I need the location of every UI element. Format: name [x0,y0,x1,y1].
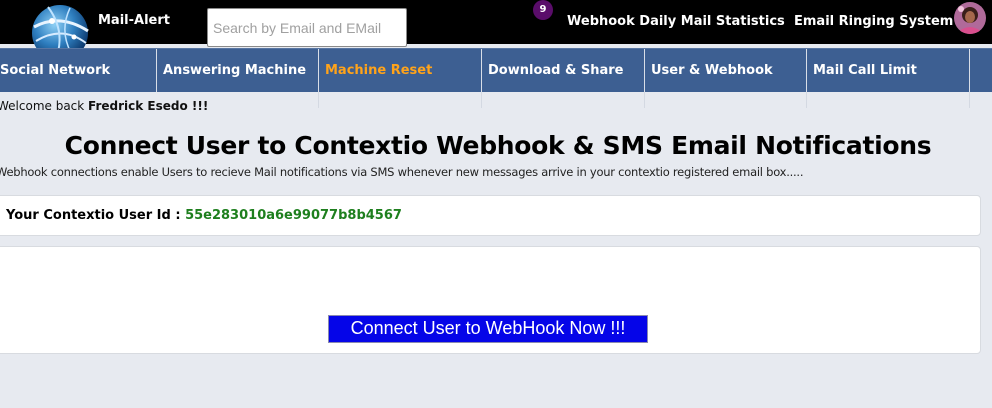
search-input[interactable] [207,8,407,47]
nav-machine-reset[interactable]: Machine Reset [319,49,482,92]
page-description: Webhook connections enable Users to reci… [0,165,804,179]
email-ringing-system-link[interactable]: Email Ringing System [794,14,953,29]
user-id-row: Your Contextio User Id : 55e283010a6e990… [6,208,402,223]
user-id-label: Your Contextio User Id : [6,208,186,223]
nav-mail-call-limit[interactable]: Mail Call Limit [807,49,970,92]
divider [481,92,482,108]
top-header: Mail-Alert 9 Webhook Daily Mail Statisti… [0,0,992,53]
webhook-daily-stats-link[interactable]: Webhook Daily Mail Statistics [567,14,785,29]
divider [318,92,319,108]
divider [969,92,970,108]
nav-download-share[interactable]: Download & Share [482,49,645,92]
nav-social-network[interactable]: Social Network [0,49,157,92]
notification-badge[interactable]: 9 [533,0,553,20]
brand-name[interactable]: Mail-Alert [98,13,170,28]
user-id-value: 55e283010a6e99077b8b4567 [185,208,402,223]
user-id-card: Your Contextio User Id : 55e283010a6e990… [0,195,981,236]
welcome-user-name: Fredrick Esedo !!! [88,99,209,113]
globe-logo-icon[interactable] [30,3,92,53]
connect-webhook-button[interactable]: Connect User to WebHook Now !!! [328,315,648,343]
divider [806,92,807,108]
welcome-prefix: Welcome back [0,99,89,113]
nav-user-webhook[interactable]: User & Webhook [645,49,807,92]
divider [644,92,645,108]
nav-answering-machine[interactable]: Answering Machine [157,49,319,92]
main-nav: Social Network Answering Machine Machine… [0,48,992,92]
page-title: Connect User to Contextio Webhook & SMS … [64,131,932,160]
user-avatar[interactable] [954,2,986,34]
welcome-message: Welcome back Fredrick Esedo !!! [0,99,208,113]
